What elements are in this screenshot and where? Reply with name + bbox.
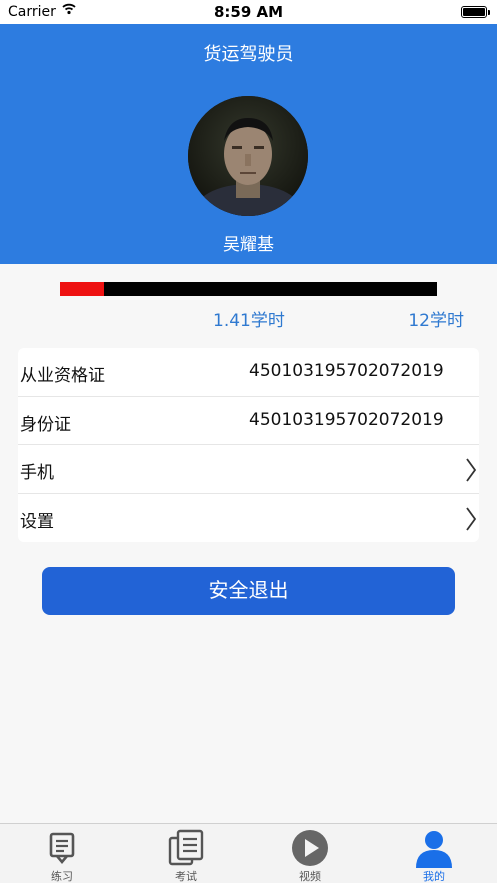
profile-header: 货运驾驶员 吴耀基 — [0, 24, 497, 264]
id-card-value: 450103195702072019 — [249, 409, 444, 430]
status-bar: Carrier 8:59 AM — [0, 0, 497, 24]
tab-exam[interactable]: 考试 — [124, 824, 248, 883]
driver-name: 吴耀基 — [223, 235, 274, 255]
study-progress-fill — [60, 282, 105, 296]
list-item-settings[interactable]: 设置 — [18, 494, 479, 543]
total-hours: 12学时 — [408, 311, 464, 331]
study-progress-bar — [60, 282, 437, 296]
qualification-label: 从业资格证 — [20, 366, 105, 386]
page-title: 货运驾驶员 — [203, 44, 294, 65]
list-item-id-card: 身份证 450103195702072019 — [18, 397, 479, 445]
list-item-phone[interactable]: 手机 — [18, 445, 479, 494]
id-card-label: 身份证 — [20, 414, 71, 435]
tab-practice[interactable]: 练习 — [0, 824, 124, 883]
qualification-value: 450103195702072019 — [249, 361, 444, 381]
tab-exam-label: 考试 — [175, 870, 197, 883]
status-time: 8:59 AM — [213, 3, 284, 21]
phone-label: 手机 — [20, 463, 54, 483]
info-list: 从业资格证 450103195702072019 身份证 45010319570… — [18, 348, 479, 542]
tab-profile[interactable]: 我的 — [372, 824, 496, 883]
tab-video-label: 视频 — [299, 870, 321, 883]
logout-button[interactable]: 安全退出 — [42, 567, 455, 615]
chevron-right-icon — [466, 506, 477, 531]
profile-icon — [416, 831, 452, 868]
chevron-right-icon — [466, 458, 477, 482]
avatar-photo — [188, 96, 308, 216]
tab-video[interactable]: 视频 — [248, 824, 372, 883]
current-hours: 1.41学时 — [213, 311, 285, 331]
tab-bar: 练习 考试 视频 我的 — [0, 823, 497, 883]
settings-label: 设置 — [20, 511, 54, 532]
avatar[interactable] — [188, 96, 308, 216]
list-item-qualification: 从业资格证 450103195702072019 — [18, 348, 479, 397]
tab-profile-label: 我的 — [423, 870, 445, 883]
battery-tip — [488, 10, 490, 15]
video-icon — [292, 830, 328, 866]
battery-icon — [461, 6, 487, 18]
exam-icon — [168, 829, 204, 866]
tab-practice-label: 练习 — [51, 870, 73, 883]
practice-icon — [49, 832, 75, 865]
